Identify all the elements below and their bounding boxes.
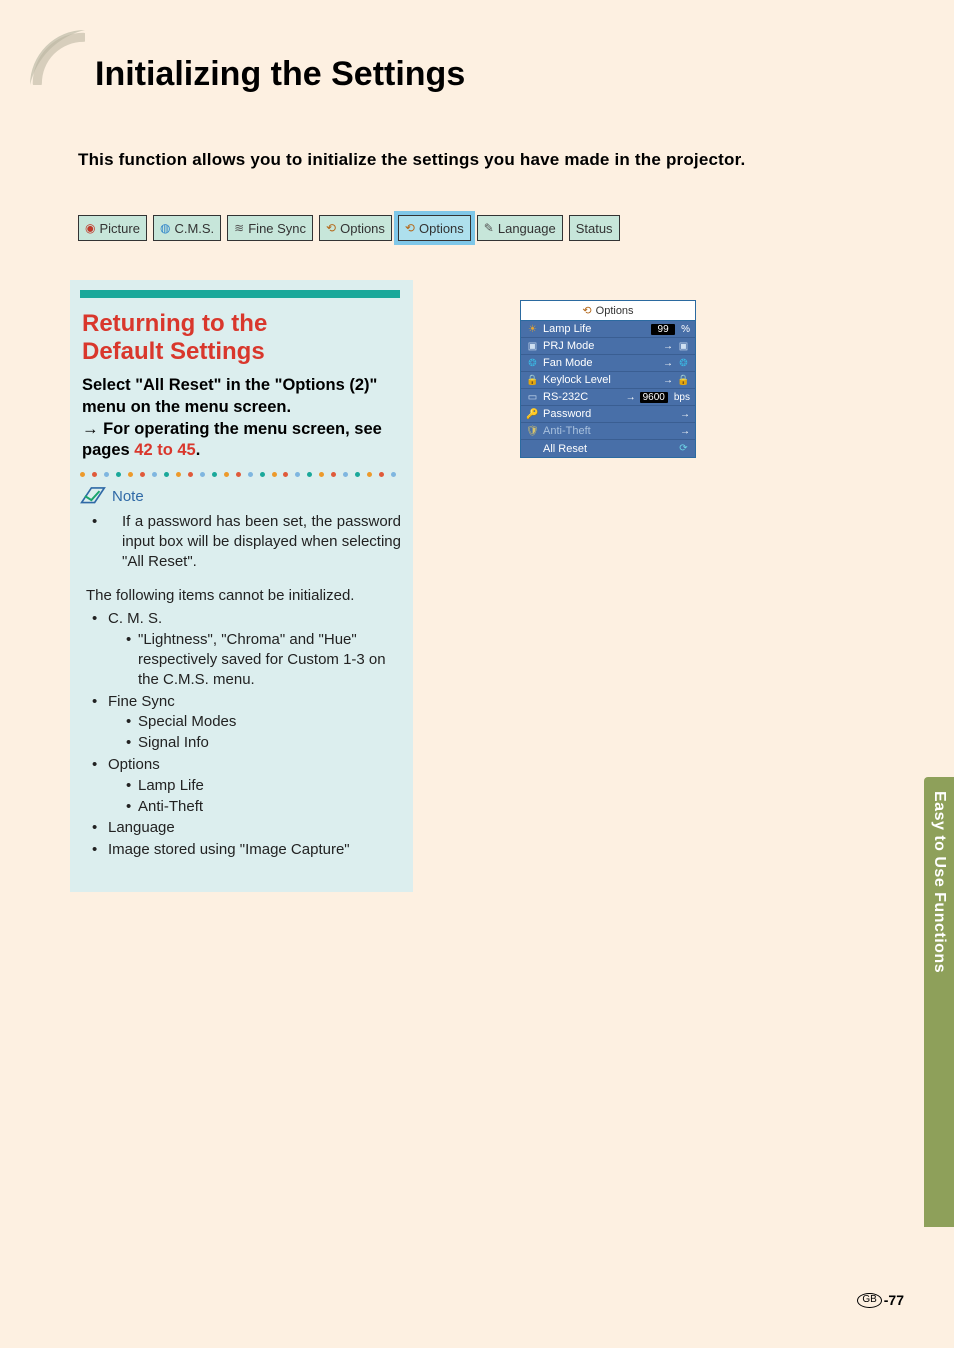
cms-icon: ◍ [160, 221, 170, 235]
osd-row-prj-mode[interactable]: ▣ PRJ Mode → ▣ [521, 338, 695, 355]
osd-options-menu: ⟲ Options ☀ Lamp Life 99 % ▣ PRJ Mode → … [520, 300, 696, 458]
note-label: Note [112, 488, 144, 505]
note-icon [80, 486, 106, 506]
osd-menu-title: ⟲ Options [521, 301, 695, 321]
tab-picture[interactable]: ◉ Picture [78, 215, 147, 241]
item-cms: C. M. S. "Lightness", "Chroma" and "Hue"… [96, 609, 403, 689]
tab-label: Options [340, 221, 385, 236]
options-icon: ⟲ [582, 304, 591, 317]
content-column: Returning to the Default Settings Select… [70, 280, 413, 892]
language-icon: ✎ [484, 221, 494, 235]
item-special-modes: Special Modes [126, 712, 403, 732]
tab-label: Language [498, 221, 556, 236]
dot-divider [80, 472, 397, 478]
item-options: Options Lamp Life Anti-Theft [96, 755, 403, 816]
page-number: GB -77 [857, 1292, 904, 1308]
item-lamp-life: Lamp Life [126, 776, 403, 796]
item-language: Language [96, 818, 403, 838]
osd-row-anti-theft[interactable]: 🛡 Anti-Theft → [521, 423, 695, 440]
item-signal-info: Signal Info [126, 733, 403, 753]
corner-decoration [30, 30, 85, 85]
tab-label: Options [419, 221, 464, 236]
item-image-capture: Image stored using "Image Capture" [96, 840, 403, 860]
fan-value-icon: ❂ [677, 358, 690, 369]
osd-row-keylock[interactable]: 🔒 Keylock Level → 🔒 [521, 372, 695, 389]
section-heading: Returning to the Default Settings [82, 310, 403, 365]
prj-value-icon: ▣ [677, 341, 690, 352]
side-section-tab: Easy to Use Functions [924, 777, 954, 1227]
osd-row-fan-mode[interactable]: ❂ Fan Mode → ❂ [521, 355, 695, 372]
fan-icon: ❂ [526, 358, 539, 369]
lamp-icon: ☀ [526, 324, 539, 335]
tab-status[interactable]: Status [569, 215, 620, 241]
instruction-text: Select "All Reset" in the "Options (2)" … [82, 375, 401, 462]
item-finesync: Fine Sync Special Modes Signal Info [96, 692, 403, 753]
tab-label: Status [576, 221, 613, 236]
osd-row-password[interactable]: 🔑 Password → [521, 406, 695, 423]
tab-fine-sync[interactable]: ≋ Fine Sync [227, 215, 313, 241]
options-icon: ⟲ [326, 221, 336, 235]
menu-tab-strip: ◉ Picture ◍ C.M.S. ≋ Fine Sync ⟲ Options… [78, 215, 620, 241]
page-lang-badge: GB [857, 1293, 881, 1308]
picture-icon: ◉ [85, 221, 95, 235]
tab-options-2[interactable]: ⟲ Options [398, 215, 471, 241]
sync-icon: ≋ [234, 221, 244, 235]
key-icon: 🔑 [526, 409, 539, 420]
tab-label: C.M.S. [174, 221, 214, 236]
tab-options-1[interactable]: ⟲ Options [319, 215, 392, 241]
side-tab-label: Easy to Use Functions [930, 791, 948, 973]
intro-text: This function allows you to initialize t… [78, 150, 745, 170]
tab-language[interactable]: ✎ Language [477, 215, 563, 241]
shield-icon: 🛡 [526, 426, 539, 437]
prj-icon: ▣ [526, 341, 539, 352]
tab-label: Fine Sync [248, 221, 306, 236]
lock-value-icon: 🔒 [677, 375, 690, 386]
page-title: Initializing the Settings [95, 55, 465, 94]
item-cms-sub: "Lightness", "Chroma" and "Hue" respecti… [126, 630, 403, 689]
options-icon: ⟲ [405, 221, 415, 235]
tab-cms[interactable]: ◍ C.M.S. [153, 215, 221, 241]
osd-row-rs232c[interactable]: ▭ RS-232C → 9600 bps [521, 389, 695, 406]
accent-bar [80, 290, 400, 298]
osd-row-lamp-life[interactable]: ☀ Lamp Life 99 % [521, 321, 695, 338]
port-icon: ▭ [526, 392, 539, 403]
cannot-init-text: The following items cannot be initialize… [86, 586, 401, 606]
page-ref-link[interactable]: 42 to 45 [134, 441, 195, 459]
note-heading: Note [80, 486, 403, 506]
item-anti-theft: Anti-Theft [126, 797, 403, 817]
reset-icon: ⟳ [677, 443, 690, 454]
lock-icon: 🔒 [526, 375, 539, 386]
osd-row-all-reset[interactable]: All Reset ⟳ [521, 440, 695, 457]
note-password-text: If a password has been set, the password… [122, 512, 401, 571]
tab-label: Picture [99, 221, 139, 236]
